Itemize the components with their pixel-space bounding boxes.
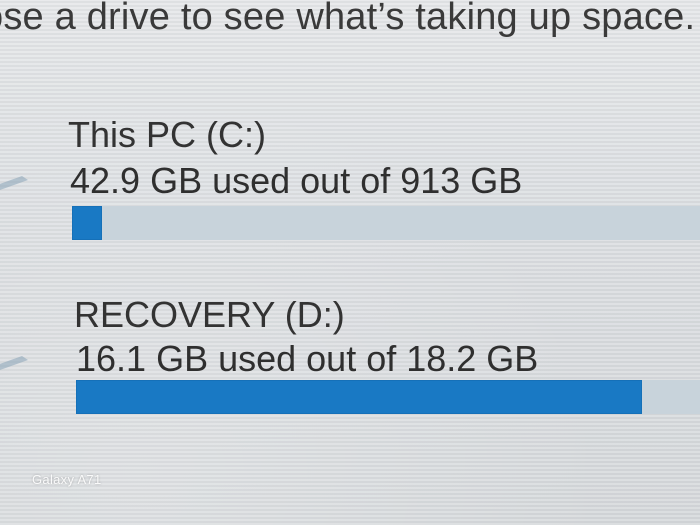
drive-name-c: This PC (C:) <box>68 114 266 155</box>
screen-glare <box>0 0 700 525</box>
usage-bar-fill-c <box>72 206 103 240</box>
drive-usage-c: 42.9 GB used out of 913 GB <box>70 160 523 201</box>
usage-bar-c <box>72 206 700 240</box>
usage-bar-fill-d <box>76 380 643 414</box>
instruction-text: ose a drive to see what’s taking up spac… <box>0 0 696 38</box>
usage-bar-d <box>76 380 700 414</box>
drive-name-d: RECOVERY (D:) <box>74 294 345 335</box>
drive-icon <box>0 176 28 190</box>
drive-usage-d: 16.1 GB used out of 18.2 GB <box>76 338 539 379</box>
drive-icon <box>0 356 28 370</box>
camera-watermark: Galaxy A71 <box>32 472 102 487</box>
